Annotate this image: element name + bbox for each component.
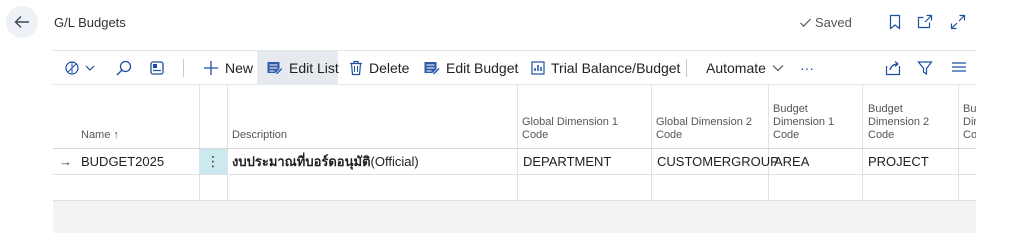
ellipsis-icon: ···: [800, 60, 814, 76]
table-row[interactable]: → BUDGET2025 ⋮ งบประมาณที่บอร์ดอนุมัติ (…: [53, 149, 976, 175]
column-header-description[interactable]: Description: [232, 129, 287, 142]
row-actions-kebab[interactable]: ⋮: [199, 149, 227, 174]
saved-label: Saved: [815, 15, 852, 30]
more-options-button[interactable]: ···: [800, 51, 814, 85]
chevron-down-icon: [772, 65, 784, 72]
cell-global-dim-2[interactable]: CUSTOMERGROUP: [657, 149, 779, 174]
back-arrow-icon: [14, 16, 29, 28]
plus-icon: [204, 61, 218, 75]
cell-budget-dim-1[interactable]: AREA: [774, 149, 809, 174]
cell-global-dim-1[interactable]: DEPARTMENT: [523, 149, 611, 174]
checkmark-icon: [800, 18, 811, 28]
filter-button[interactable]: [915, 58, 935, 78]
filter-icon: [917, 61, 933, 76]
search-icon: [116, 60, 132, 76]
action-bar: New Edit List Delete Edit Budget Trial B…: [53, 50, 976, 85]
share-button[interactable]: [883, 58, 903, 78]
back-button[interactable]: [6, 6, 38, 38]
row-indicator-arrow-icon: →: [59, 154, 72, 169]
column-header-budget-dim-3[interactable]: Bu Dir Co: [963, 103, 976, 142]
column-header-global-dim-1[interactable]: Global Dimension 1 Code: [522, 116, 618, 142]
search-button[interactable]: [114, 58, 134, 78]
new-button[interactable]: New: [199, 51, 257, 85]
page-title: G/L Budgets: [54, 15, 126, 30]
trial-balance-budget-button[interactable]: Trial Balance/Budget: [531, 51, 680, 85]
open-new-window-icon[interactable]: [916, 13, 934, 31]
cell-budget-dim-2[interactable]: PROJECT: [868, 149, 929, 174]
trash-icon: [350, 60, 362, 76]
edit-list-button[interactable]: Edit List: [257, 51, 339, 85]
column-header-global-dim-2[interactable]: Global Dimension 2 Code: [656, 116, 752, 142]
analysis-icon: [65, 61, 95, 75]
list-card: New Edit List Delete Edit Budget Trial B…: [53, 50, 976, 233]
cell-description[interactable]: งบประมาณที่บอร์ดอนุมัติ (Official): [232, 149, 419, 174]
analysis-mode-button[interactable]: [63, 58, 99, 78]
cell-name[interactable]: BUDGET2025: [81, 149, 164, 174]
column-header-budget-dim-2[interactable]: Budget Dimension 2 Code: [868, 103, 929, 142]
table-row-empty[interactable]: [53, 175, 976, 201]
filter-pane-button[interactable]: [147, 58, 167, 78]
automate-menu[interactable]: Automate: [706, 51, 784, 85]
column-header-name[interactable]: Name ↑: [81, 129, 119, 142]
expand-icon[interactable]: [949, 13, 967, 31]
list-view-button[interactable]: [949, 58, 969, 78]
share-icon: [885, 61, 901, 76]
bookmark-icon[interactable]: [886, 13, 904, 31]
trial-balance-icon: [531, 61, 545, 75]
edit-budget-button[interactable]: Edit Budget: [424, 51, 518, 85]
column-header-budget-dim-1[interactable]: Budget Dimension 1 Code: [773, 103, 834, 142]
edit-budget-icon: [424, 62, 440, 75]
delete-button[interactable]: Delete: [349, 51, 409, 85]
budgets-table: Name ↑ Description Global Dimension 1 Cod…: [53, 85, 976, 201]
table-header-row: Name ↑ Description Global Dimension 1 Cod…: [53, 85, 976, 149]
filter-pane-icon: [150, 61, 164, 75]
saved-status: Saved: [799, 15, 852, 30]
list-view-icon: [952, 62, 966, 72]
edit-list-icon: [267, 62, 283, 75]
